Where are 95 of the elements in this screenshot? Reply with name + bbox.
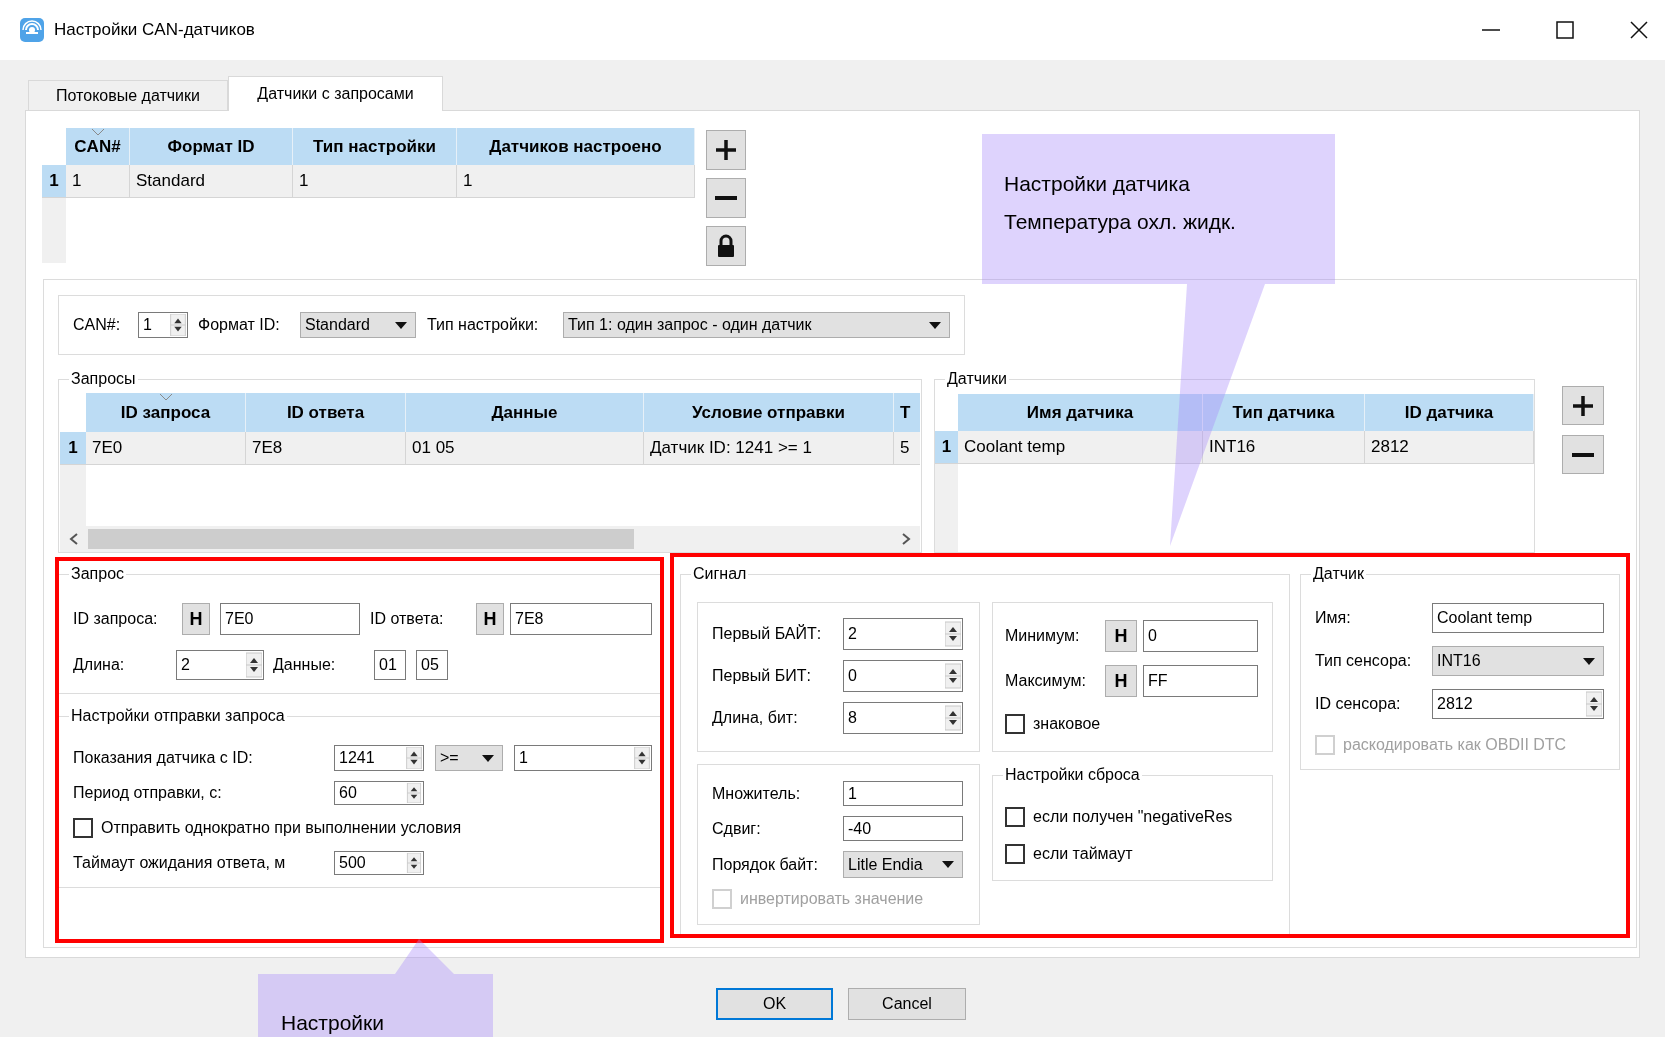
column-header[interactable]: ID запроса [86,393,246,432]
field-label: Минимум: [1005,626,1081,646]
column-header[interactable]: CAN# [66,128,130,165]
field-label: Тип настройки: [427,315,540,335]
field-label: Порядок байт: [712,854,819,875]
spin-box[interactable]: 8 [843,702,963,734]
spin-box[interactable]: 1241 [334,745,424,771]
field-label: Длина: [73,655,126,675]
table-cell: INT16 [1203,431,1365,464]
spin-box[interactable]: 1 [514,745,652,771]
text-field[interactable]: 0 [1143,620,1258,652]
tab[interactable]: Потоковые датчики [28,80,228,110]
table-cell: 1 [457,165,695,198]
table-cell: Датчик ID: 1241 >= 1 [644,432,894,465]
text-field[interactable]: 01 [374,650,406,680]
table-cell: Standard [130,165,293,198]
field-label: Множитель: [712,783,802,804]
column-header[interactable]: Имя датчика [958,394,1203,431]
spin-box[interactable]: 60 [334,781,424,805]
group-title: Датчики [945,369,1009,389]
table-cell: 1 [293,165,457,198]
group-title: Запросы [69,369,138,389]
checkbox-label: знаковое [1033,714,1101,734]
spin-box[interactable]: 2 [843,618,963,650]
row-header[interactable]: 1 [935,431,958,464]
column-header[interactable]: Формат ID [130,128,293,165]
spin-box[interactable]: 0 [843,660,963,692]
field-label: Первый БИТ: [712,666,812,686]
checkbox-label: Отправить однократно при выполнении условия [101,818,462,838]
text-field[interactable]: 7E8 [510,603,652,635]
group-title: Датчик [1311,564,1366,584]
field-label: Таймаут ожидания ответа, м [73,853,287,873]
row-header[interactable]: 1 [60,432,86,465]
dropdown[interactable]: >= [435,745,503,771]
field-label: Показания датчика с ID: [73,748,254,768]
table-cell: 5 [894,432,920,465]
field-label: Имя: [1315,608,1352,628]
table-cell: Coolant temp [958,431,1203,464]
text-field[interactable]: FF [1143,665,1258,697]
column-header[interactable]: ID ответа [246,393,406,432]
field-label: Первый БАЙТ: [712,623,823,644]
checkbox-label: если таймаут [1033,844,1133,864]
dropdown[interactable]: Тип 1: один запрос - один датчик [563,312,950,338]
hex-button[interactable]: H [1105,665,1137,697]
spin-box[interactable]: 2 [176,650,264,680]
group-title: Запрос [69,564,127,584]
text-field[interactable]: 05 [416,650,448,680]
group-title: Настройки сброса [1003,765,1142,785]
table-cell: 7E0 [86,432,246,465]
table-cell: 2812 [1365,431,1534,464]
checkbox-label: если получен "negativeRes [1033,807,1233,827]
field-label: Период отправки, с: [73,783,223,803]
field-label: Максимум: [1005,671,1087,691]
column-header[interactable]: Данные [406,393,644,432]
dropdown[interactable]: INT16 [1432,646,1604,676]
column-header[interactable]: Т [894,393,920,432]
field-label: ID ответа: [370,609,445,629]
column-header[interactable]: ID датчика [1365,394,1534,431]
window-title: Настройки CAN-датчиков [54,19,255,42]
column-header[interactable]: Тип датчика [1203,394,1365,431]
row-header[interactable]: 1 [42,165,66,198]
field-label: ID сенсора: [1315,694,1402,714]
dropdown[interactable]: Standard [300,312,416,338]
field-label: CAN#: [73,315,122,335]
dialog-button[interactable]: Cancel [848,988,966,1020]
table-cell: 7E8 [246,432,406,465]
text-field[interactable]: 7E0 [220,603,360,635]
field-label: Сдвиг: [712,818,762,839]
field-label: Тип сенсора: [1315,651,1413,671]
column-header[interactable]: Датчиков настроено [457,128,695,165]
checkbox-label: инвертировать значение [740,889,924,909]
hex-button[interactable]: H [182,603,210,635]
checkbox-label: раскодировать как OBDII DTC [1343,735,1567,755]
tab[interactable]: Датчики с запросами [228,76,443,111]
text-field[interactable]: -40 [843,816,963,841]
table-cell: 1 [66,165,130,198]
text-field[interactable]: 1 [843,781,963,806]
column-header[interactable]: Тип настройки [293,128,457,165]
field-label: Данные: [273,655,337,675]
spin-box[interactable]: 2812 [1432,689,1604,719]
callout-text: Настройки датчика Температура охл. жидк. [1004,171,1236,235]
spin-box[interactable]: 1 [138,312,188,338]
callout-text: Настройки [281,1011,384,1035]
hex-button[interactable]: H [1105,620,1137,652]
column-header[interactable]: Условие отправки [644,393,894,432]
field-label: Формат ID: [198,315,281,335]
table-cell: 01 05 [406,432,644,465]
text-field[interactable]: Coolant temp [1432,603,1604,633]
dialog-button[interactable]: OK [716,988,833,1020]
group-title: Настройки отправки запроса [69,706,287,726]
field-label: ID запроса: [73,609,159,629]
dropdown[interactable]: Litle Endia [843,851,963,878]
hex-button[interactable]: H [476,603,504,635]
field-label: Длина, бит: [712,708,799,728]
spin-box[interactable]: 500 [334,851,424,875]
